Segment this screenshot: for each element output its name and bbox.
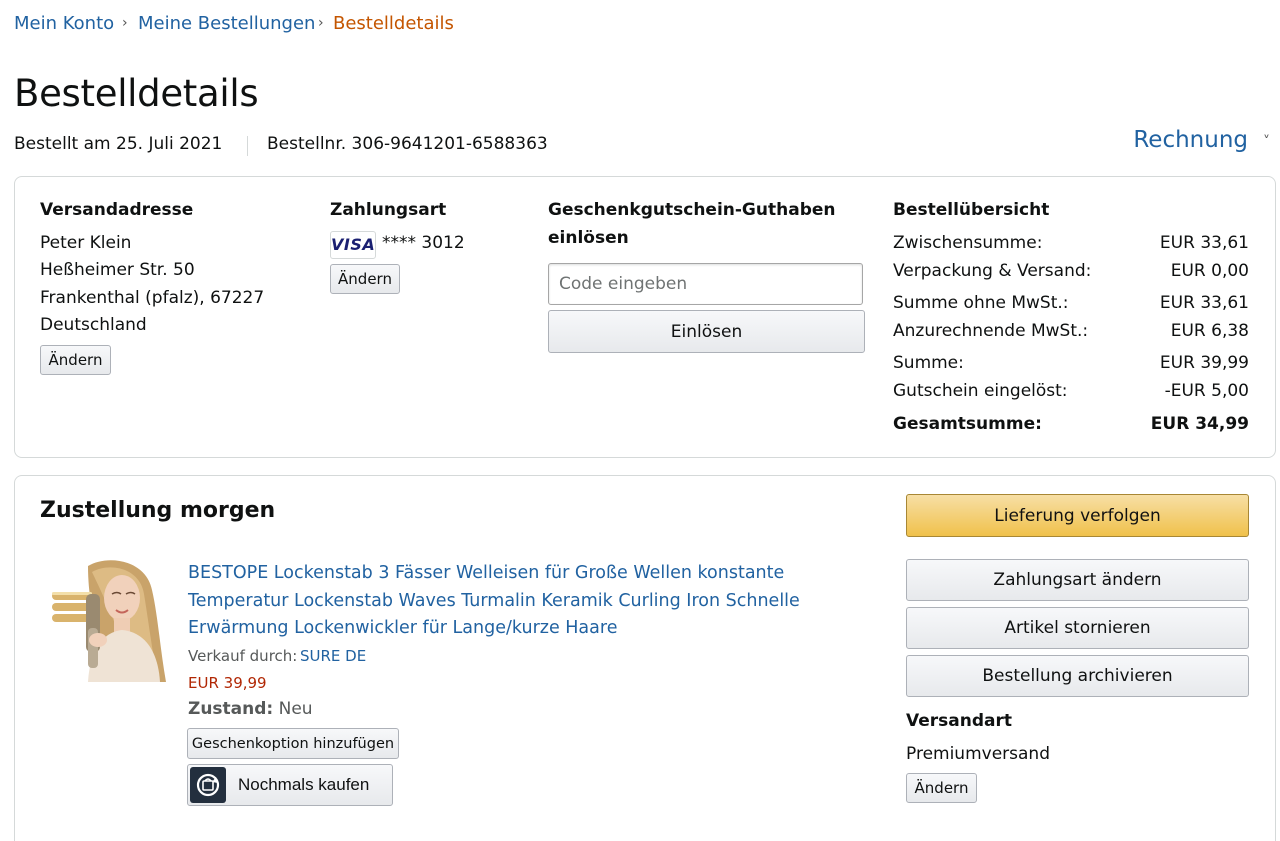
visa-card-icon: VISA (330, 231, 376, 259)
delivery-heading: Zustellung morgen (40, 498, 276, 523)
summary-total-label: Gesamtsumme: (893, 414, 1042, 434)
summary-label: Zwischensumme: (893, 233, 1043, 253)
gift-code-input[interactable] (548, 263, 863, 305)
product-title-link[interactable]: BESTOPE Lockenstab 3 Fässer Welleisen fü… (188, 560, 828, 643)
meta-divider (247, 136, 248, 156)
page-title: Bestelldetails (14, 72, 259, 115)
archive-order-button[interactable]: Bestellung archivieren (906, 655, 1249, 697)
redeem-button[interactable]: Einlösen (548, 310, 865, 353)
summary-value: EUR 0,00 (1170, 261, 1249, 281)
product-price: EUR 39,99 (188, 674, 267, 692)
summary-heading: Bestellübersicht (893, 200, 1050, 220)
summary-value: EUR 33,61 (1159, 233, 1249, 253)
condition: Zustand: Neu (188, 699, 313, 719)
breadcrumb-current: Bestelldetails (333, 13, 454, 34)
change-payment-method-button[interactable]: Zahlungsart ändern (906, 559, 1249, 601)
chevron-down-icon[interactable]: ˅ (1263, 134, 1270, 150)
change-shipping-method-button[interactable]: Ändern (906, 773, 977, 803)
track-delivery-button[interactable]: Lieferung verfolgen (906, 494, 1249, 537)
summary-total-value: EUR 34,99 (1150, 414, 1249, 434)
buy-again-icon (190, 767, 226, 803)
summary-label: Summe: (893, 353, 964, 373)
summary-value: EUR 6,38 (1170, 321, 1249, 341)
summary-label: Anzurechnende MwSt.: (893, 321, 1089, 341)
seller-link[interactable]: SURE DE (300, 647, 366, 665)
cancel-item-button[interactable]: Artikel stornieren (906, 607, 1249, 649)
change-address-button[interactable]: Ändern (40, 345, 111, 375)
address-line: Peter Klein (40, 233, 132, 253)
breadcrumb-my-orders[interactable]: Meine Bestellungen (138, 13, 315, 34)
summary-label: Summe ohne MwSt.: (893, 293, 1069, 313)
summary-label: Verpackung & Versand: (893, 261, 1092, 281)
buy-again-label: Nochmals kaufen (238, 775, 370, 794)
buy-again-button[interactable]: Nochmals kaufen (187, 764, 393, 806)
gift-card-heading: Geschenkgutschein-Guthaben (548, 200, 836, 220)
add-gift-option-button[interactable]: Geschenkoption hinzufügen (187, 728, 399, 759)
payment-heading: Zahlungsart (330, 200, 447, 220)
invoice-link[interactable]: Rechnung (1133, 127, 1248, 153)
address-line: Frankenthal (pfalz), 67227 (40, 288, 265, 308)
order-date: Bestellt am 25. Juli 2021 (14, 134, 223, 154)
change-payment-button[interactable]: Ändern (330, 264, 400, 294)
card-number: **** 3012 (382, 233, 465, 253)
summary-value: EUR 33,61 (1159, 293, 1249, 313)
breadcrumb-my-account[interactable]: Mein Konto (14, 13, 114, 34)
sold-by-label: Verkauf durch: (188, 647, 298, 665)
summary-value: EUR 39,99 (1159, 353, 1249, 373)
shipping-address-heading: Versandadresse (40, 200, 194, 220)
product-image[interactable] (48, 556, 170, 682)
condition-value: Neu (278, 699, 313, 719)
summary-value: -EUR 5,00 (1164, 381, 1249, 401)
breadcrumb-separator: › (318, 15, 324, 31)
gift-card-heading-line2: einlösen (548, 228, 629, 248)
address-line: Deutschland (40, 315, 147, 335)
shipping-method-value: Premiumversand (906, 744, 1050, 764)
order-number: Bestellnr. 306-9641201-6588363 (267, 134, 548, 154)
breadcrumb-separator: › (122, 15, 128, 31)
address-line: Heßheimer Str. 50 (40, 260, 195, 280)
summary-label: Gutschein eingelöst: (893, 381, 1068, 401)
condition-label: Zustand: (188, 699, 274, 719)
shipping-method-heading: Versandart (906, 711, 1012, 731)
